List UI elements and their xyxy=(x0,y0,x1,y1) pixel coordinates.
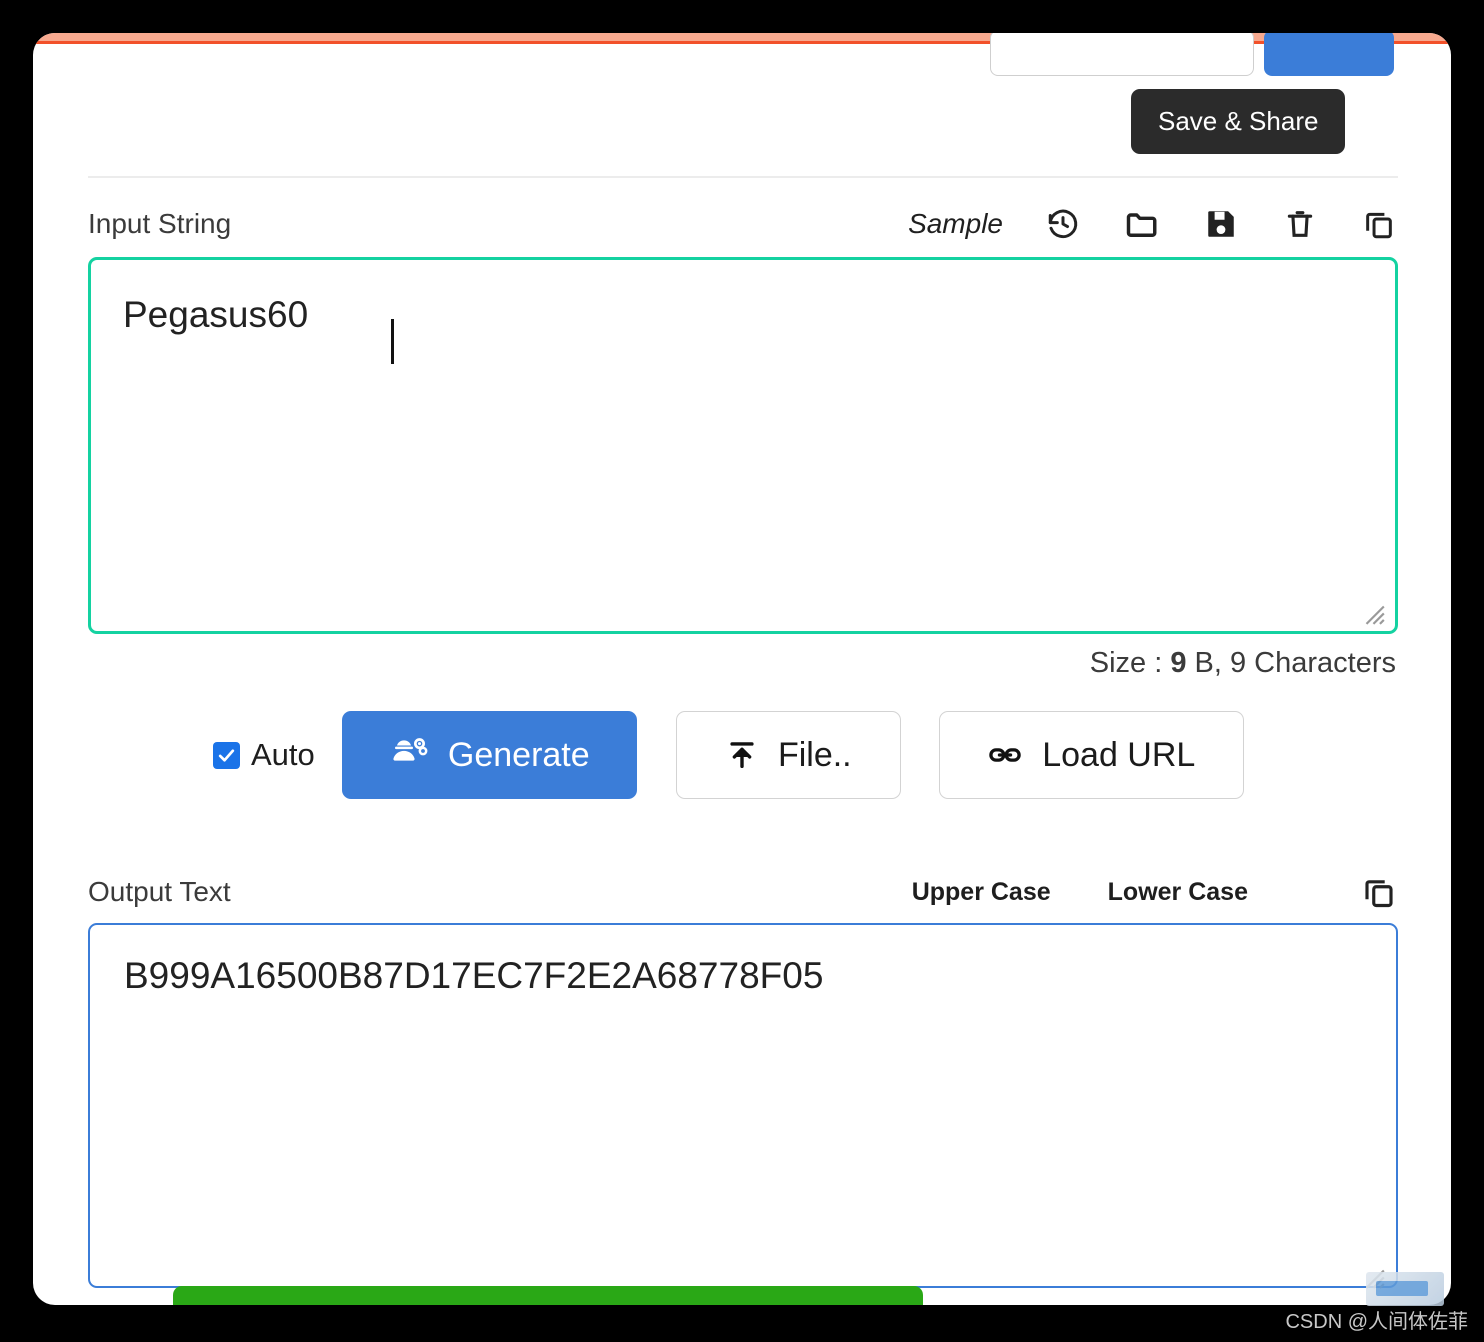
top-action-button[interactable] xyxy=(1264,33,1394,76)
case-toggle-group: Upper Case Lower Case xyxy=(912,873,1398,911)
save-share-tooltip: Save & Share xyxy=(1131,89,1346,154)
output-text-label: Output Text xyxy=(88,876,231,907)
auto-label: Auto xyxy=(251,737,315,772)
save-icon[interactable] xyxy=(1202,205,1240,243)
output-label-row: Output Text Upper Case Lower Case xyxy=(88,873,1398,911)
share-url-input[interactable] xyxy=(990,33,1254,76)
top-controls xyxy=(990,33,1394,76)
input-string-label: Input String xyxy=(88,208,232,239)
size-prefix: Size : xyxy=(1089,647,1171,679)
file-label: File.. xyxy=(777,735,852,774)
folder-icon[interactable] xyxy=(1123,205,1161,243)
upload-icon xyxy=(725,738,759,772)
action-row: Auto Generate File.. Load URL xyxy=(88,711,1398,799)
size-bytes: 9 xyxy=(1170,647,1187,679)
output-copy-icon[interactable] xyxy=(1360,873,1398,911)
app-card: RIPEMD Hash Generator Save & Share Input… xyxy=(33,33,1451,1305)
header-divider xyxy=(88,176,1398,178)
upper-case-button[interactable]: Upper Case xyxy=(912,878,1051,907)
generate-button[interactable]: Generate xyxy=(341,711,637,799)
csdn-watermark: CSDN @人间体佐菲 xyxy=(1285,1311,1468,1333)
load-url-label: Load URL xyxy=(1042,735,1196,774)
size-suffix: B, 9 Characters xyxy=(1186,647,1396,679)
input-string-textarea[interactable] xyxy=(88,257,1398,634)
input-toolbar: Sample xyxy=(908,205,1398,243)
engineer-gear-icon xyxy=(389,735,429,775)
generate-label: Generate xyxy=(447,735,590,774)
trash-icon[interactable] xyxy=(1281,205,1319,243)
input-label-row: Input String Sample xyxy=(88,205,1398,243)
screenshot-root: RIPEMD Hash Generator Save & Share Input… xyxy=(0,0,1484,1342)
auto-checkbox[interactable] xyxy=(213,741,240,769)
history-icon[interactable] xyxy=(1044,205,1082,243)
text-cursor xyxy=(391,319,394,364)
output-text-textarea[interactable] xyxy=(88,923,1398,1288)
load-url-button[interactable]: Load URL xyxy=(938,711,1244,799)
auto-checkbox-group[interactable]: Auto xyxy=(213,737,315,773)
link-icon xyxy=(987,737,1023,773)
lower-case-button[interactable]: Lower Case xyxy=(1108,878,1248,907)
bottom-green-button[interactable] xyxy=(173,1286,923,1305)
file-button[interactable]: File.. xyxy=(675,711,901,799)
copy-icon[interactable] xyxy=(1360,205,1398,243)
watermark-logo xyxy=(1366,1272,1444,1306)
sample-link[interactable]: Sample xyxy=(908,208,1003,240)
size-status: Size : 9 B, 9 Characters xyxy=(1090,647,1396,680)
page-title: RIPEMD Hash Generator xyxy=(88,33,848,40)
